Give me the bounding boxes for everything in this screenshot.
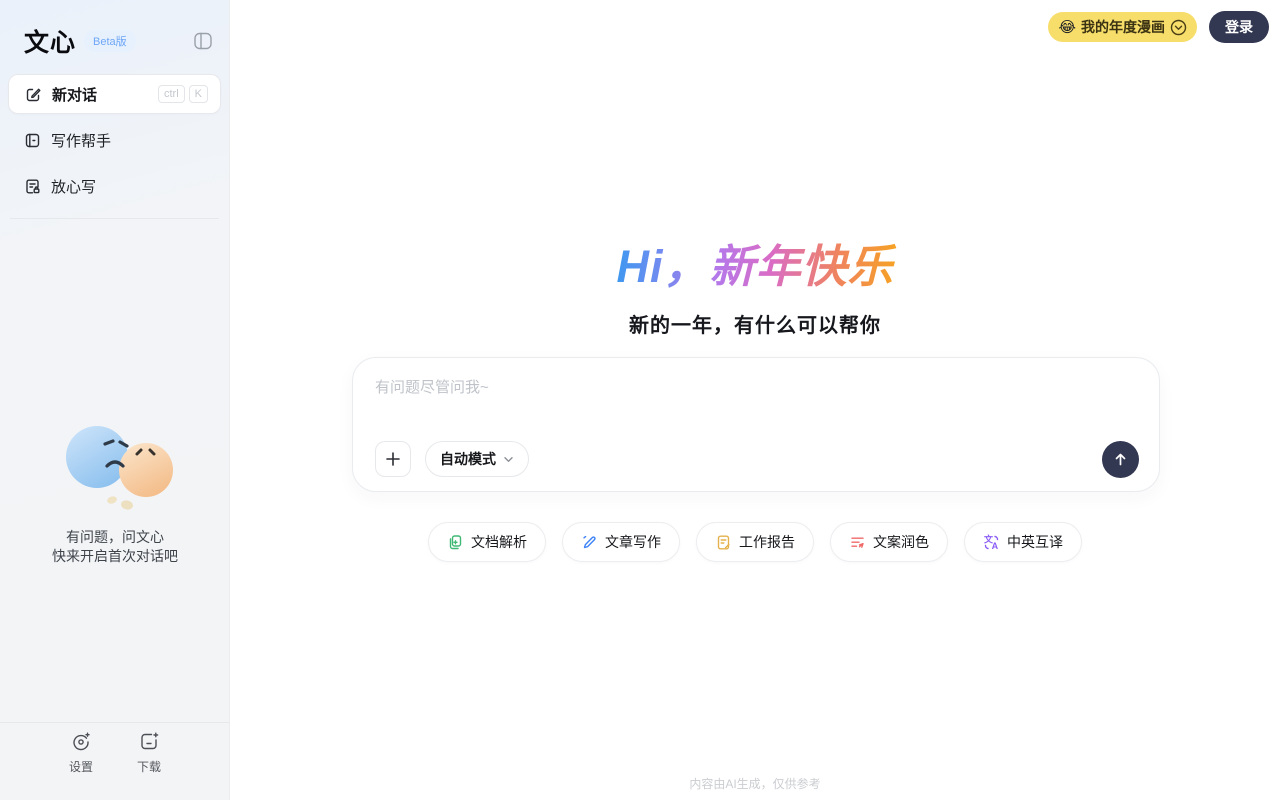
login-button[interactable]: 登录 <box>1209 11 1269 43</box>
kbd-k: K <box>189 85 208 103</box>
download-icon <box>137 730 161 754</box>
chevron-down-icon <box>503 454 514 465</box>
download-button[interactable]: 下载 <box>137 730 161 775</box>
hero-subtitle: 新的一年，有什么可以帮你 <box>230 309 1280 338</box>
sidebar-item-label: 写作帮手 <box>51 130 111 151</box>
top-actions: 😂 我的年度漫画 登录 <box>1048 11 1269 43</box>
main-area: 😂 我的年度漫画 登录 Hi，新年快乐 新的一年，有什么可以帮你 自动模式 <box>230 0 1280 800</box>
settings-label: 设置 <box>69 758 93 775</box>
sidebar-empty-state: 有问题，问文心 快来开启首次对话吧 <box>0 420 230 566</box>
sidebar-footer: 设置 下载 <box>0 730 230 775</box>
work-report-icon <box>715 534 732 551</box>
app-logo: 文心 <box>24 23 76 59</box>
sidebar-item-writing-helper[interactable]: 写作帮手 <box>8 120 221 160</box>
sidebar-divider <box>10 218 219 219</box>
document-parse-icon <box>447 534 464 551</box>
composer-tools: 自动模式 <box>375 441 529 477</box>
chip-article-writing[interactable]: 文章写作 <box>562 522 680 562</box>
new-chat-button[interactable]: 新对话 ctrl K <box>8 74 221 114</box>
attach-button[interactable] <box>375 441 411 477</box>
laughing-emoji-icon: 😂 <box>1058 20 1076 35</box>
chat-composer: 自动模式 <box>352 357 1160 492</box>
new-chat-label: 新对话 <box>52 84 97 105</box>
mode-selector[interactable]: 自动模式 <box>425 441 529 477</box>
sidebar-footer-divider <box>0 722 229 723</box>
chip-translate[interactable]: 文A 中英互译 <box>964 522 1082 562</box>
yearly-comic-button[interactable]: 😂 我的年度漫画 <box>1048 12 1197 42</box>
new-chat-icon <box>25 86 42 103</box>
sidebar: 文心 Beta版 新对话 ctrl K 写作帮手 放心写 <box>0 0 230 800</box>
logo-row: 文心 Beta版 <box>24 26 213 56</box>
settings-icon <box>69 730 93 754</box>
article-write-icon <box>581 534 598 551</box>
ai-disclaimer: 内容由AI生成，仅供参考 <box>230 775 1280 792</box>
chip-work-report[interactable]: 工作报告 <box>696 522 814 562</box>
empty-state-line2: 快来开启首次对话吧 <box>0 547 230 566</box>
kbd-ctrl: ctrl <box>158 85 185 103</box>
translate-icon: 文A <box>983 534 1000 551</box>
safe-document-icon <box>24 178 41 195</box>
notebook-icon <box>24 132 41 149</box>
shortcut-keys: ctrl K <box>158 85 208 103</box>
chip-copy-polish[interactable]: 文案润色 <box>830 522 948 562</box>
download-label: 下载 <box>137 758 161 775</box>
send-button[interactable] <box>1102 441 1139 478</box>
chip-document-parse[interactable]: 文档解析 <box>428 522 546 562</box>
sidebar-item-label: 放心写 <box>51 176 96 197</box>
sidebar-item-safe-write[interactable]: 放心写 <box>8 166 221 206</box>
svg-text:A: A <box>992 541 999 551</box>
hero-section: Hi，新年快乐 新的一年，有什么可以帮你 <box>230 230 1280 338</box>
copy-polish-icon <box>849 534 866 551</box>
settings-button[interactable]: 设置 <box>69 730 93 775</box>
quick-action-chips: 文档解析 文章写作 工作报告 文案润色 文A 中英互译 <box>230 522 1280 562</box>
faces-illustration <box>0 420 230 516</box>
beta-badge: Beta版 <box>84 30 136 52</box>
mode-label: 自动模式 <box>440 449 496 469</box>
empty-state-line1: 有问题，问文心 <box>0 528 230 547</box>
sidebar-collapse-icon[interactable] <box>193 31 213 51</box>
chevron-down-circle-icon <box>1170 19 1187 36</box>
hero-title: Hi，新年快乐 <box>604 230 905 295</box>
yearly-comic-label: 我的年度漫画 <box>1081 17 1165 37</box>
chat-input[interactable] <box>375 376 1137 428</box>
